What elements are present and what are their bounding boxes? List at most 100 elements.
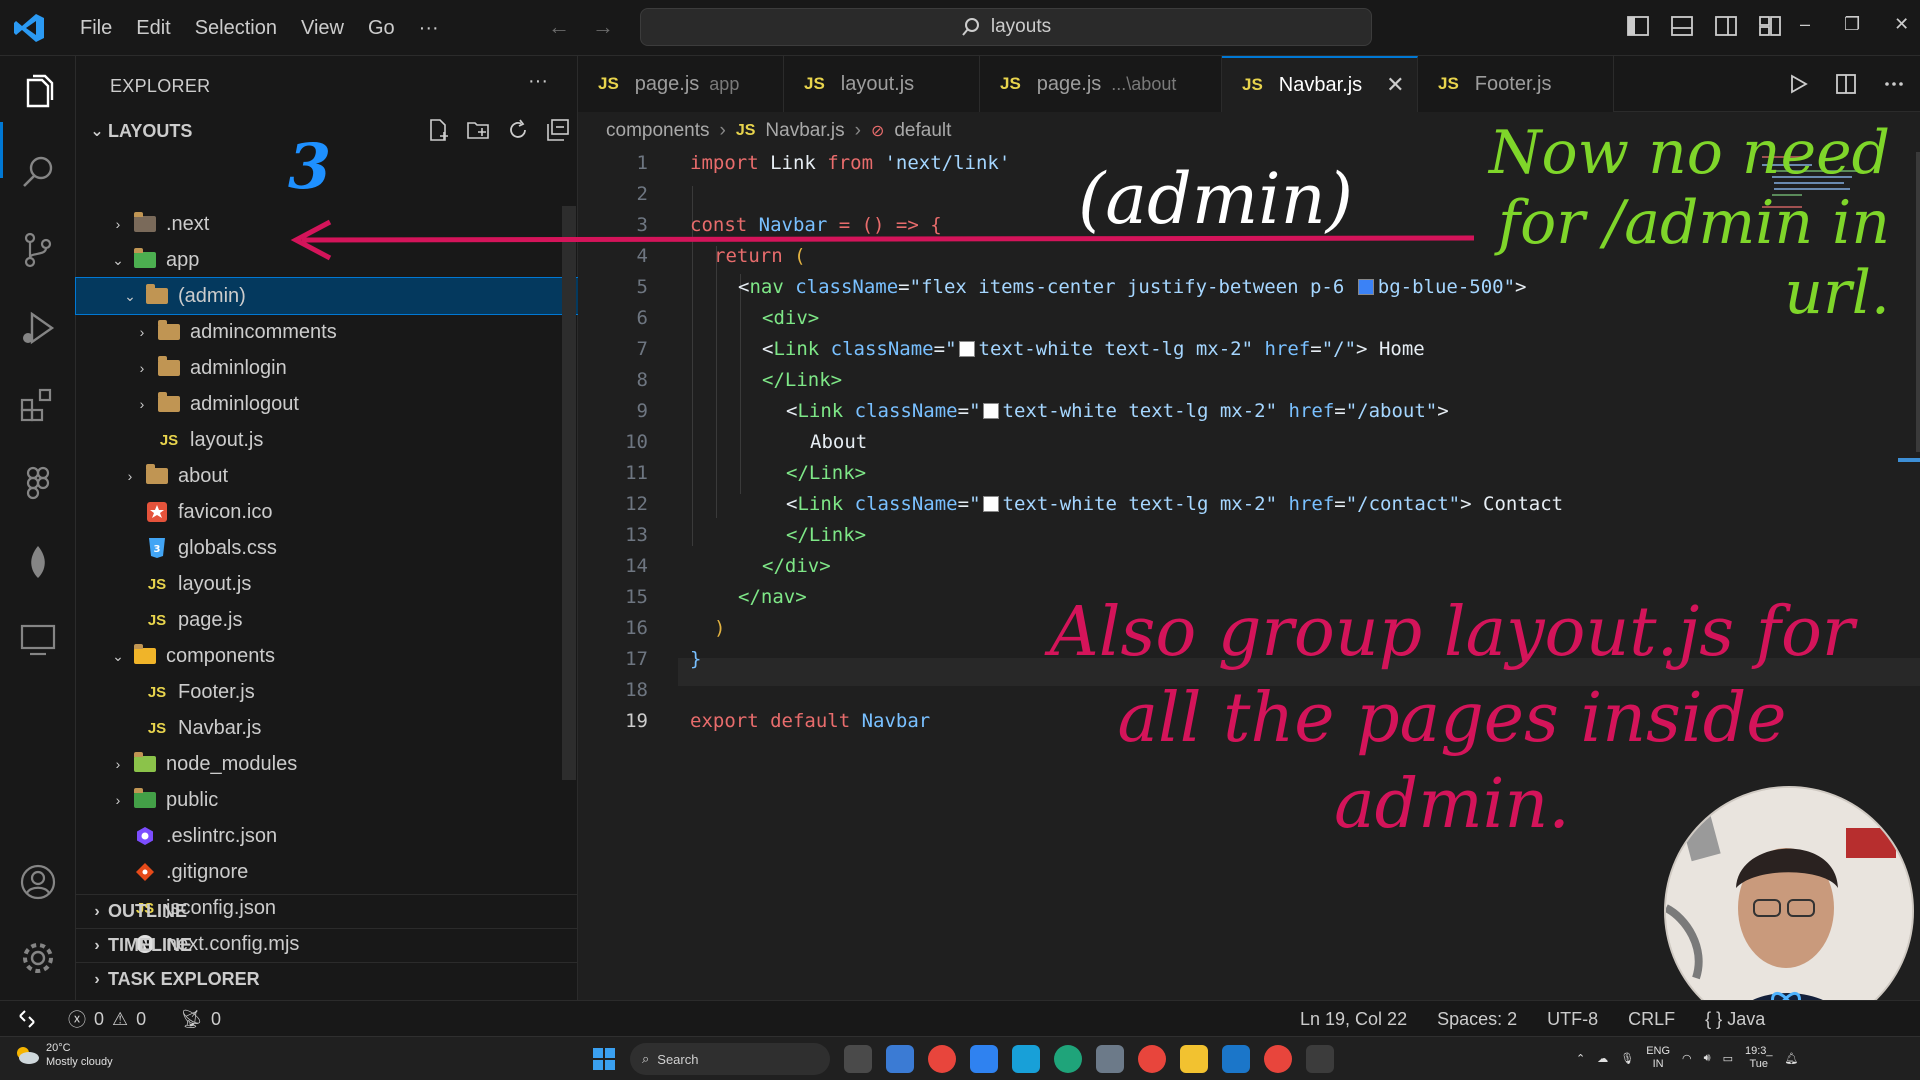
settings-icon[interactable] [1096, 1045, 1124, 1073]
task-view-icon[interactable] [844, 1045, 872, 1073]
calendar-icon[interactable] [886, 1045, 914, 1073]
outline-section[interactable]: › OUTLINE [76, 894, 578, 928]
indentation[interactable]: Spaces: 2 [1437, 1009, 1517, 1030]
file-explorer-icon[interactable] [1180, 1045, 1208, 1073]
taskbar-search[interactable]: ⌕ Search [630, 1043, 830, 1075]
tree-item-public[interactable]: › public [76, 782, 578, 818]
volume-icon[interactable]: 🔊︎ [1704, 1052, 1711, 1065]
run-icon[interactable] [1786, 72, 1810, 96]
explorer-scrollbar[interactable] [562, 206, 576, 780]
toggle-secondary-sidebar-icon[interactable] [1714, 14, 1738, 38]
tree-item-eslintrc[interactable]: .eslintrc.json [76, 818, 578, 854]
tree-item-admincomments[interactable]: › admincomments [76, 314, 578, 350]
figma-icon[interactable] [18, 464, 58, 504]
tree-item-node-modules[interactable]: › node_modules [76, 746, 578, 782]
weather-widget[interactable]: 20°C Mostly cloudy [14, 1041, 113, 1069]
back-arrow-icon[interactable]: ← [548, 14, 570, 40]
settings-gear-icon[interactable] [18, 938, 58, 978]
new-file-icon[interactable] [426, 118, 450, 142]
explorer-more-actions[interactable]: ··· [528, 70, 548, 93]
command-center-search[interactable]: layouts [640, 8, 1372, 46]
color-swatch-white[interactable] [982, 403, 999, 419]
menu-file[interactable]: File [68, 17, 124, 40]
refresh-icon[interactable] [506, 118, 530, 142]
color-swatch-white[interactable] [982, 496, 999, 512]
task-explorer-section[interactable]: › TASK EXPLORER [76, 962, 578, 996]
new-folder-icon[interactable] [466, 118, 490, 142]
tree-item-navbar-js[interactable]: JS Navbar.js [76, 710, 578, 746]
tray-overflow-icon[interactable]: ⌃ [1576, 1052, 1585, 1065]
skype-icon[interactable] [1012, 1045, 1040, 1073]
notification-bell-icon[interactable]: 🔔︎ [1785, 1052, 1799, 1065]
menu-selection[interactable]: Selection [183, 17, 289, 40]
run-debug-icon[interactable] [18, 308, 58, 348]
terminal-icon[interactable] [1306, 1045, 1334, 1073]
color-swatch-blue[interactable] [1357, 279, 1374, 295]
tab-page-js-app[interactable]: JS page.js app [578, 56, 784, 112]
windows-start-icon[interactable] [592, 1047, 616, 1071]
remote-explorer-icon[interactable] [18, 620, 58, 660]
color-swatch-white[interactable] [958, 341, 975, 357]
forward-arrow-icon[interactable]: → [592, 14, 614, 40]
close-window-icon[interactable]: ✕ [1894, 14, 1909, 35]
menu-view[interactable]: View [289, 17, 356, 40]
battery-icon[interactable]: ▭ [1723, 1052, 1733, 1065]
more-actions-icon[interactable] [1882, 72, 1906, 96]
tab-footer-js[interactable]: JS Footer.js [1418, 56, 1614, 112]
chrome-canary-icon[interactable] [1264, 1045, 1292, 1073]
line-endings[interactable]: CRLF [1628, 1009, 1675, 1030]
tree-item-app-layout-js[interactable]: JS layout.js [76, 566, 578, 602]
tree-item-admin-group[interactable]: ⌄ (admin) [75, 277, 579, 315]
mongodb-leaf-icon[interactable] [18, 542, 58, 582]
tab-page-js-about[interactable]: JS page.js ...\about [980, 56, 1222, 112]
minimize-icon[interactable]: – [1800, 14, 1810, 35]
breadcrumb-folder[interactable]: components [606, 120, 710, 142]
tree-item-favicon[interactable]: favicon.ico [76, 494, 578, 530]
extensions-icon[interactable] [18, 386, 58, 426]
tab-navbar-js[interactable]: JS Navbar.js ✕ [1222, 56, 1418, 112]
close-tab-icon[interactable]: ✕ [1386, 72, 1404, 98]
remote-indicator[interactable] [0, 1001, 54, 1037]
menu-go[interactable]: Go [356, 17, 407, 40]
toggle-panel-icon[interactable] [1670, 14, 1694, 38]
microphone-icon[interactable]: 🎙︎ [1620, 1052, 1634, 1065]
language-mode[interactable]: { } Java [1705, 1009, 1765, 1030]
tree-item-globals-css[interactable]: 3 globals.css [76, 530, 578, 566]
explorer-icon[interactable] [18, 72, 58, 112]
problems-indicator[interactable]: ⓧ 0 ⚠ 0 📡︎ 0 [68, 1001, 221, 1037]
source-control-icon[interactable] [18, 230, 58, 270]
tree-item-next[interactable]: › .next [76, 206, 578, 242]
cursor-position[interactable]: Ln 19, Col 22 [1300, 1009, 1407, 1030]
accounts-icon[interactable] [18, 862, 58, 902]
breadcrumb-file[interactable]: Navbar.js [765, 120, 844, 142]
menu-more[interactable]: ··· [407, 17, 451, 40]
tree-item-footer-js[interactable]: JS Footer.js [76, 674, 578, 710]
todo-icon[interactable] [970, 1045, 998, 1073]
tree-item-app[interactable]: ⌄ app [76, 242, 578, 278]
menu-edit[interactable]: Edit [124, 17, 182, 40]
encoding[interactable]: UTF-8 [1547, 1009, 1598, 1030]
tree-item-page-js[interactable]: JS page.js [76, 602, 578, 638]
tab-layout-js[interactable]: JS layout.js [784, 56, 980, 112]
network-icon[interactable]: ☁ [1597, 1052, 1608, 1065]
input-language[interactable]: ENG IN [1646, 1045, 1670, 1071]
clock[interactable]: 19:3_ Tue [1745, 1045, 1773, 1071]
search-icon[interactable] [18, 152, 58, 192]
tree-item-admin-layout-js[interactable]: JS layout.js [76, 422, 578, 458]
tree-item-gitignore[interactable]: .gitignore [76, 854, 578, 890]
collapse-all-icon[interactable] [546, 118, 570, 142]
chrome-icon[interactable] [928, 1045, 956, 1073]
restore-icon[interactable]: ❐ [1844, 14, 1860, 35]
timeline-section[interactable]: › TIMELINE [76, 928, 578, 962]
edge-icon[interactable] [1054, 1045, 1082, 1073]
breadcrumb-symbol[interactable]: default [894, 120, 951, 142]
tree-item-adminlogin[interactable]: › adminlogin [76, 350, 578, 386]
vscode-taskbar-icon[interactable] [1222, 1045, 1250, 1073]
tree-item-about[interactable]: › about [76, 458, 578, 494]
split-editor-icon[interactable] [1834, 72, 1858, 96]
customize-layout-icon[interactable] [1758, 14, 1782, 38]
tree-item-adminlogout[interactable]: › adminlogout [76, 386, 578, 422]
tree-item-components[interactable]: ⌄ components [76, 638, 578, 674]
chrome-profile-icon[interactable] [1138, 1045, 1166, 1073]
wifi-icon[interactable]: ◠ [1682, 1052, 1692, 1065]
